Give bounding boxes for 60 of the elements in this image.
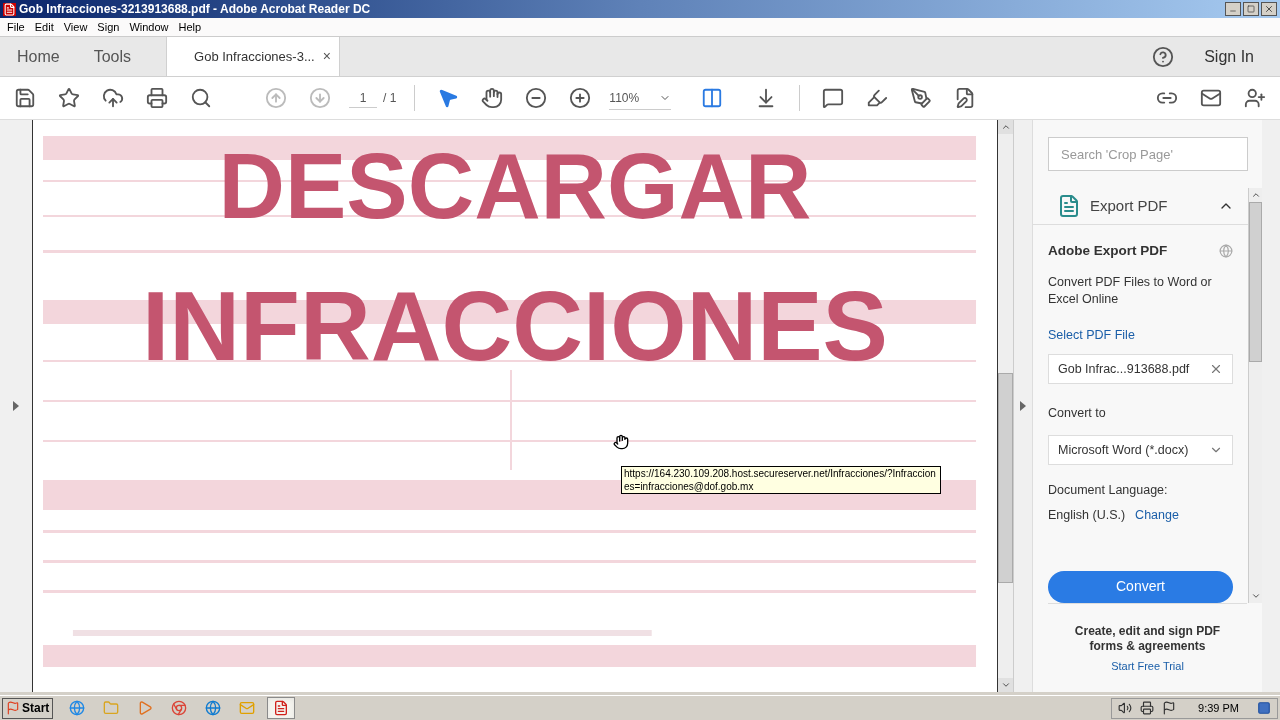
flag-icon (1162, 701, 1177, 715)
minimize-icon (1229, 7, 1237, 15)
panel-description: Convert PDF Files to Word or Excel Online (1048, 273, 1213, 308)
tab-close-button[interactable]: × (322, 46, 332, 67)
convert-to-label: Convert to (1048, 405, 1107, 423)
link-tooltip: https://164.230.109.208.host.secureserver.net/Infracciones/?Infracciones=infracciones@dof.gob.mx (621, 466, 941, 494)
minimize-button[interactable] (1225, 2, 1241, 16)
scrollbar-thumb[interactable] (1249, 202, 1262, 362)
zoom-dropdown[interactable]: 110% (609, 86, 672, 110)
page-total: / 1 (383, 90, 397, 107)
menu-item[interactable]: Window (124, 18, 174, 36)
hand-cursor-icon (613, 434, 629, 450)
tab-label: Gob Infracciones-3... (194, 47, 315, 66)
file-field[interactable]: Gob Infrac...913688.pdf (1048, 354, 1233, 385)
globe-icon (69, 700, 86, 716)
convert-button[interactable]: Convert (1048, 570, 1233, 603)
menu-item[interactable]: Help (173, 18, 207, 36)
chrome-icon (171, 700, 188, 716)
folder-icon (103, 700, 120, 716)
mail-icon (239, 700, 256, 716)
nav-tab[interactable]: Tools (76, 37, 149, 76)
globe-icon (1219, 244, 1233, 259)
nav-tab[interactable]: Home (0, 37, 77, 76)
select-file-link[interactable]: Select PDF File (1048, 325, 1233, 345)
headline-text: INFRACCIONES (142, 277, 888, 375)
search-field[interactable]: Search 'Crop Page' (1048, 137, 1248, 171)
speaker-icon (1118, 701, 1133, 715)
expand-left-icon[interactable] (13, 401, 19, 411)
restore-icon (1247, 5, 1255, 13)
start-button[interactable]: Start (2, 697, 54, 719)
scrollbar-thumb[interactable] (998, 373, 1013, 583)
document-icon (3, 2, 16, 16)
promo-text: Create, edit and sign PDF forms & agreements (1073, 623, 1222, 654)
format-dropdown[interactable]: Microsoft Word (*.docx) (1048, 435, 1233, 465)
close-icon (1264, 4, 1274, 14)
taskbar-app[interactable] (267, 697, 296, 719)
document-tab[interactable]: Gob Infracciones-3... × (166, 37, 341, 76)
close-button[interactable] (1261, 2, 1277, 16)
page-number-field[interactable]: 1 (349, 88, 377, 108)
change-link[interactable]: Change (1135, 505, 1179, 525)
window-title: Gob Infracciones-3213913688.pdf - Adobe Acrobat Reader DC (19, 1, 372, 18)
play-icon (137, 700, 154, 716)
export-pdf-section-header[interactable]: Export PDF (1033, 188, 1248, 226)
menu-item[interactable]: Sign (92, 18, 125, 36)
desktop-icon (1257, 701, 1271, 715)
menu-item[interactable]: File (2, 18, 30, 36)
menu-item[interactable]: Edit (29, 18, 59, 36)
globe-icon (205, 700, 222, 716)
menu-item[interactable]: View (58, 18, 93, 36)
free-trial-link[interactable]: Start Free Trial (1111, 657, 1184, 674)
sign-in-button[interactable]: Sign In (1204, 37, 1280, 76)
panel-heading: Adobe Export PDF (1048, 242, 1168, 261)
help-icon (1152, 45, 1175, 68)
language-value: English (U.S.) (1048, 506, 1126, 524)
headline-text: DESCARGAR (218, 140, 812, 232)
document-icon (273, 700, 290, 716)
clock: 9:39 PM (1198, 700, 1239, 716)
restore-button[interactable] (1243, 2, 1259, 16)
language-label: Document Language: (1048, 482, 1169, 499)
collapse-panel-icon[interactable] (1020, 401, 1026, 411)
